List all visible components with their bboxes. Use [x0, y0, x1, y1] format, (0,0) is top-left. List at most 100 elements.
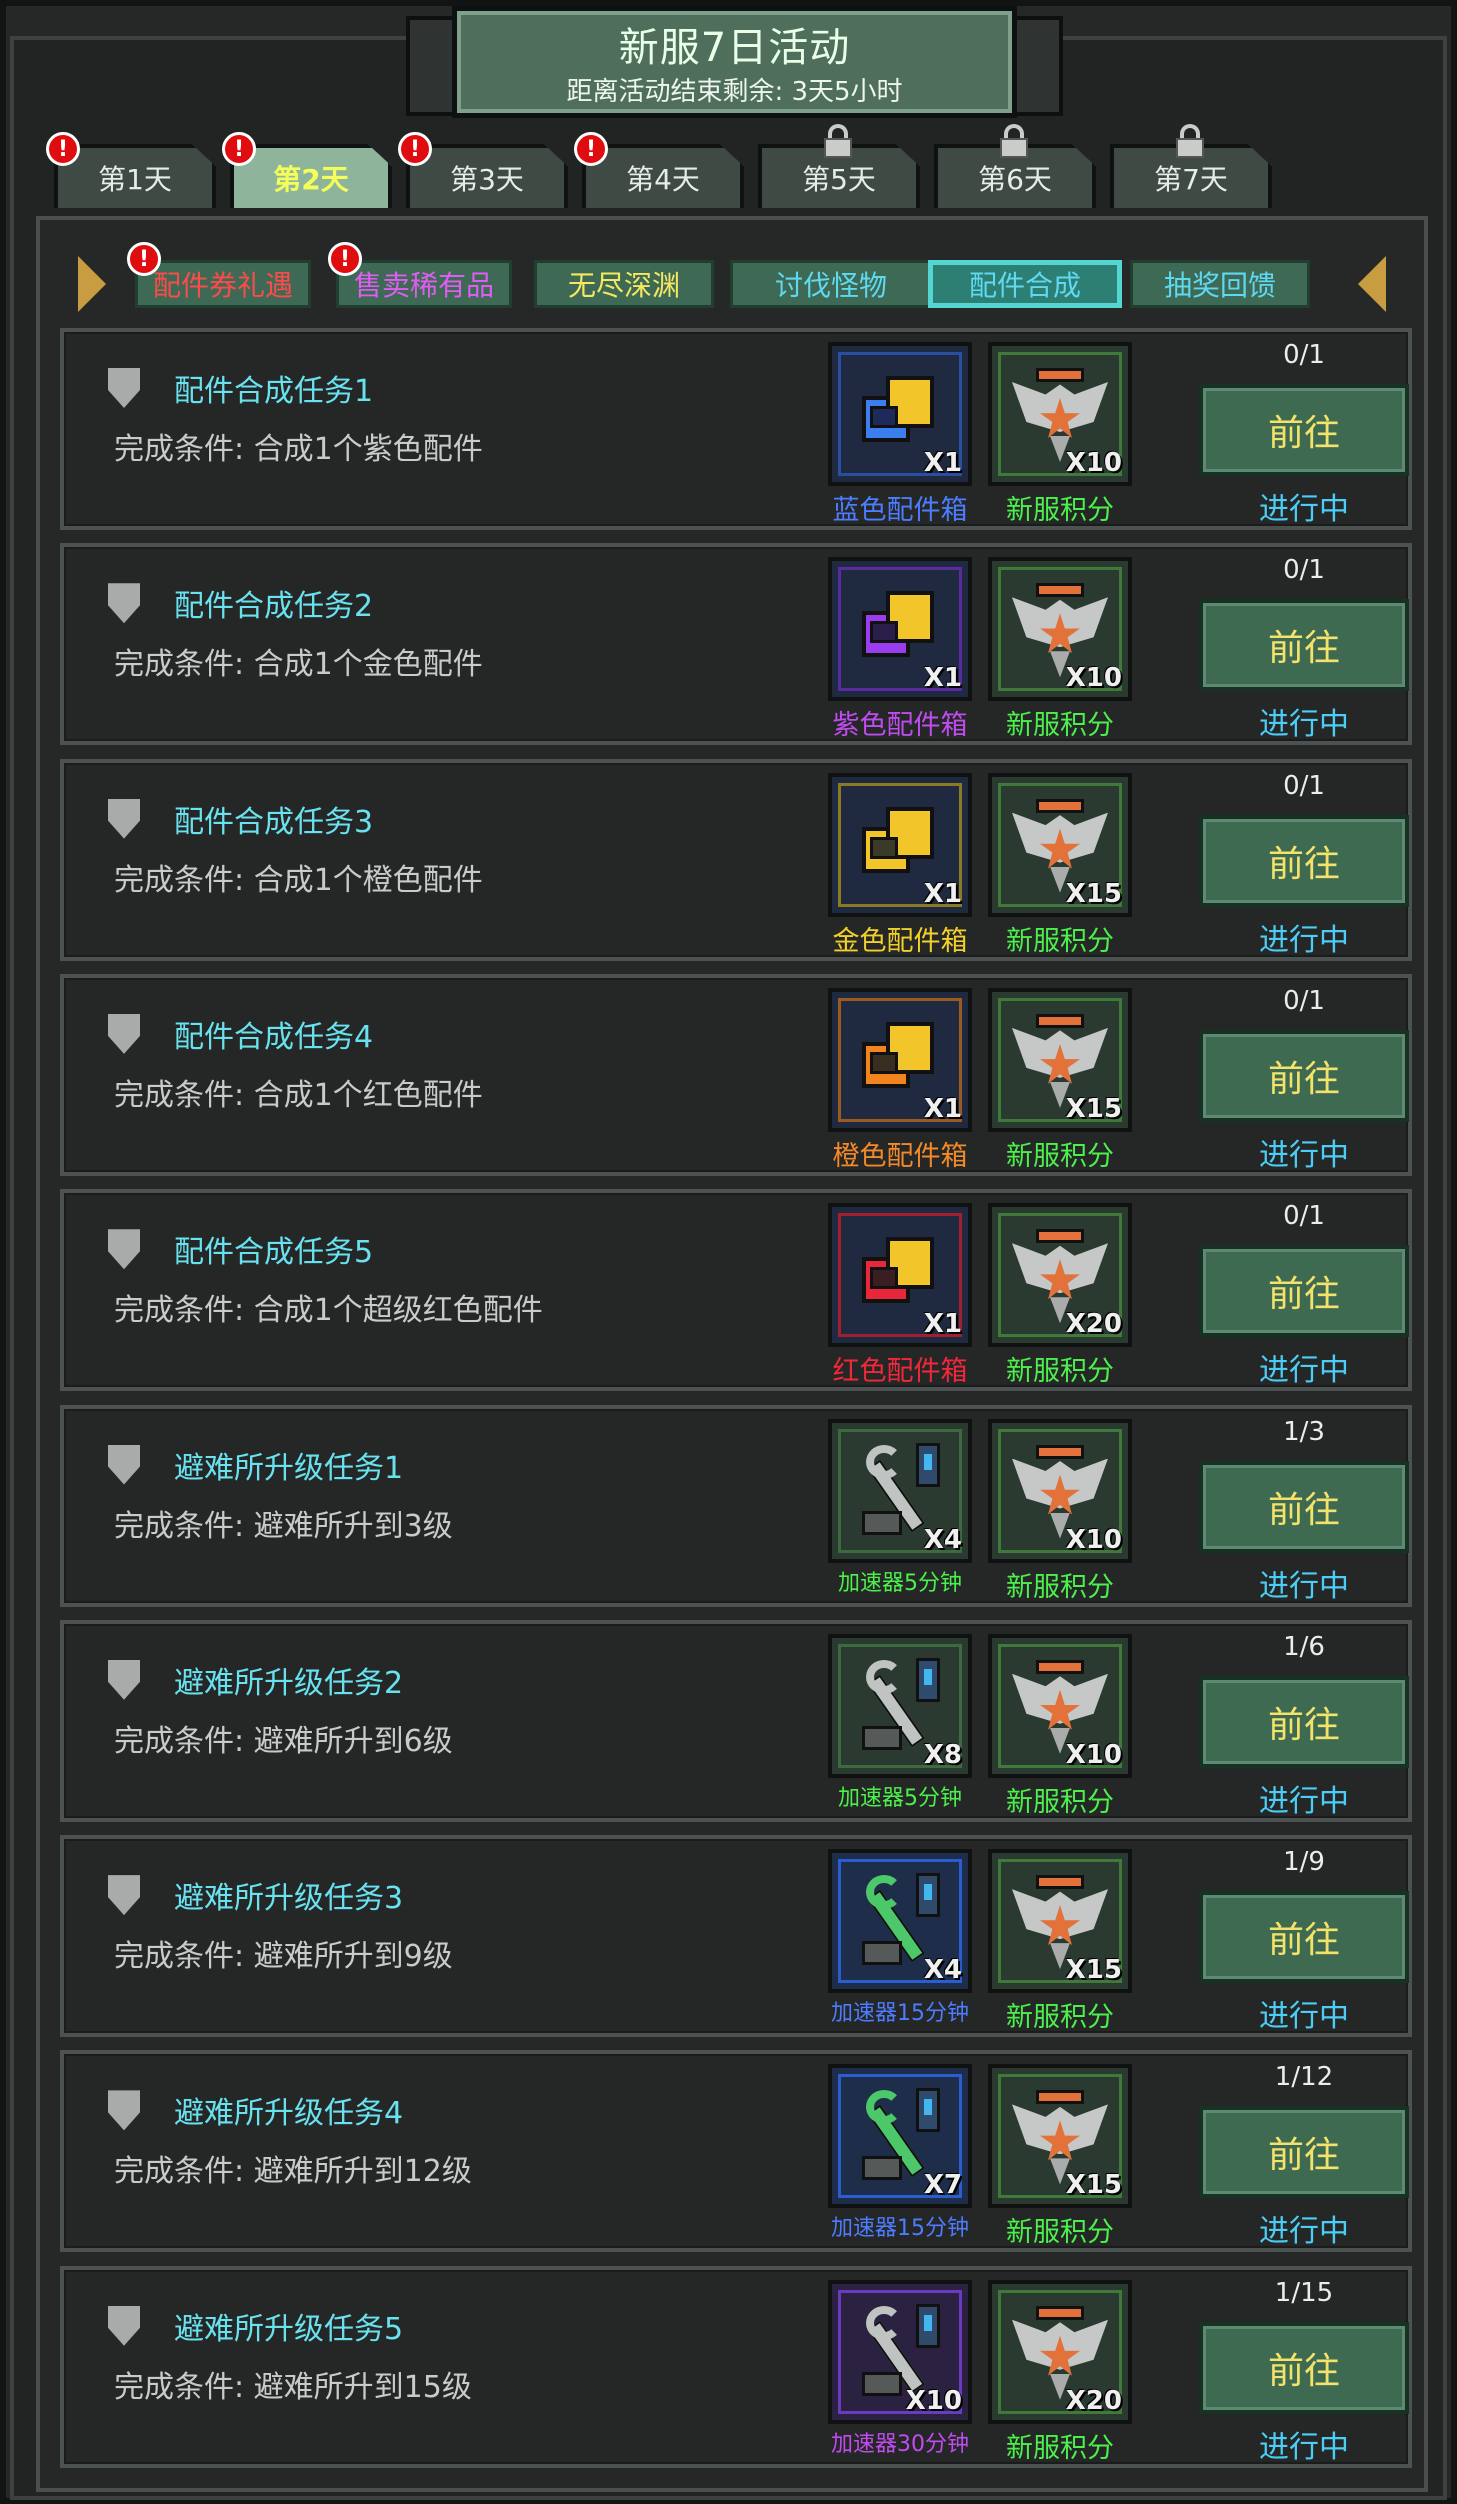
- wrench-head: [866, 1875, 902, 1910]
- reward-points-slot[interactable]: X10: [988, 557, 1132, 702]
- go-button[interactable]: 前往: [1199, 1675, 1409, 1768]
- reward-item-name: 加速器5分钟: [838, 1570, 962, 1596]
- go-button[interactable]: 前往: [1199, 384, 1409, 476]
- go-button[interactable]: 前往: [1199, 2106, 1409, 2199]
- task-card: 避难所升级任务2 完成条件: 避难所升到6级 X8 加速器5分钟 X10 新服积分 1/6 前…: [60, 1619, 1412, 1822]
- task-card: 配件合成任务2 完成条件: 合成1个金色配件 X1 紫色配件箱 X10 新服积分 0/1 前往…: [60, 543, 1412, 746]
- tab-category-6[interactable]: 抽奖回馈: [1130, 260, 1310, 308]
- tab-category-3[interactable]: 无尽深渊: [534, 260, 714, 308]
- task-card: 避难所升级任务4 完成条件: 避难所升到12级 X7 加速器15分钟 X15 新服积分 1/…: [60, 2050, 1412, 2253]
- reward-item-slot[interactable]: X7: [828, 2064, 972, 2209]
- reward-item-slot[interactable]: X1: [828, 772, 972, 917]
- task-progress: 1/3: [1283, 1416, 1325, 1447]
- lock-body: [1000, 138, 1028, 158]
- lock-body: [1176, 138, 1204, 158]
- go-button[interactable]: 前往: [1199, 1460, 1409, 1553]
- task-condition: 完成条件: 避难所升到9级: [114, 1939, 453, 1975]
- medal-ribbon: [1036, 1875, 1084, 1890]
- task-card: 配件合成任务3 完成条件: 合成1个橙色配件 X1 金色配件箱 X15 新服积分 0/1 前往…: [60, 758, 1412, 961]
- reward-item-slot[interactable]: X1: [828, 1203, 972, 1348]
- go-button[interactable]: 前往: [1199, 2321, 1409, 2414]
- battery-icon: [916, 2303, 940, 2348]
- task-card: 配件合成任务1 完成条件: 合成1个紫色配件 X1 蓝色配件箱 X10 新服积分 0/1 前往…: [60, 328, 1412, 530]
- task-name: 配件合成任务2: [174, 589, 374, 625]
- task-progress: 1/15: [1274, 2277, 1334, 2308]
- reward-item-slot[interactable]: X1: [828, 342, 972, 486]
- reward-points-slot[interactable]: X15: [988, 772, 1132, 917]
- medal-ribbon: [1036, 583, 1084, 598]
- crate-screen: [870, 1051, 898, 1074]
- arrow-right-icon[interactable]: [1358, 256, 1386, 312]
- reward-item-slot[interactable]: X1: [828, 987, 972, 1132]
- tab-category-2[interactable]: 售卖稀有品: [336, 260, 512, 308]
- reward-points-slot[interactable]: X10: [988, 1633, 1132, 1778]
- reward-item-slot[interactable]: X4: [828, 1418, 972, 1563]
- lock-icon: [1000, 124, 1028, 158]
- reward-points-slot[interactable]: X15: [988, 987, 1132, 1132]
- medal-ribbon: [1036, 1013, 1084, 1028]
- reward-points-slot[interactable]: X15: [988, 1849, 1132, 1994]
- tab-category-5[interactable]: 配件合成: [928, 260, 1122, 308]
- tab-category-4[interactable]: 讨伐怪物: [730, 260, 932, 308]
- task-status: 进行中: [1259, 1999, 1349, 2035]
- arrow-left-icon[interactable]: [78, 256, 106, 312]
- reward-item-slot[interactable]: X10: [828, 2279, 972, 2424]
- task-condition: 完成条件: 合成1个红色配件: [114, 1077, 483, 1113]
- alert-badge-icon: !: [46, 132, 80, 166]
- reward-quantity: X20: [1065, 2385, 1122, 2416]
- reward-points-name: 新服积分: [1006, 2002, 1114, 2034]
- shield-icon: [108, 368, 140, 408]
- task-card: 配件合成任务4 完成条件: 合成1个红色配件 X1 橙色配件箱 X15 新服积分 0/1 前往…: [60, 973, 1412, 1176]
- lock-icon: [824, 124, 852, 158]
- reward-quantity: X10: [1065, 1524, 1122, 1555]
- reward-item-name: 加速器15分钟: [831, 2216, 969, 2242]
- reward-points-slot[interactable]: X20: [988, 1203, 1132, 1348]
- medal-ribbon: [1036, 2090, 1084, 2105]
- page-title: 新服7日活动: [618, 25, 851, 71]
- blue-crate-icon: [856, 370, 940, 454]
- medal-ribbon: [1036, 368, 1084, 382]
- go-button[interactable]: 前往: [1199, 1029, 1409, 1122]
- reward-item-name: 加速器15分钟: [831, 2001, 969, 2027]
- reward-points-name: 新服积分: [1006, 495, 1114, 526]
- reward-quantity: X15: [1065, 1093, 1122, 1124]
- reward-item-slot[interactable]: X8: [828, 1633, 972, 1778]
- task-progress: 0/1: [1283, 340, 1325, 370]
- go-button[interactable]: 前往: [1199, 1245, 1409, 1338]
- reward-points-slot[interactable]: X10: [988, 1418, 1132, 1563]
- task-status: 进行中: [1259, 1353, 1349, 1389]
- shield-icon: [108, 1659, 140, 1700]
- reward-points-slot[interactable]: X20: [988, 2279, 1132, 2424]
- reward-quantity: X1: [923, 1093, 962, 1124]
- task-name: 配件合成任务3: [174, 804, 374, 840]
- alert-badge-icon: !: [398, 132, 432, 166]
- task-status: 进行中: [1259, 707, 1349, 743]
- reward-points-name: 新服积分: [1006, 925, 1114, 957]
- go-button[interactable]: 前往: [1199, 814, 1409, 907]
- red-crate-icon: [856, 1231, 940, 1315]
- reward-points-slot[interactable]: X10: [988, 342, 1132, 486]
- task-status: 进行中: [1259, 492, 1349, 527]
- reward-item-slot[interactable]: X4: [828, 1849, 972, 1994]
- medal-ribbon: [1036, 1229, 1084, 1244]
- task-card: 避难所升级任务5 完成条件: 避难所升到15级 X10 加速器30分钟 X20 新服积分 1…: [60, 2265, 1412, 2468]
- reward-quantity: X10: [1065, 1739, 1122, 1770]
- task-name: 避难所升级任务1: [174, 1450, 404, 1486]
- go-button[interactable]: 前往: [1199, 599, 1409, 692]
- reward-points-slot[interactable]: X15: [988, 2064, 1132, 2209]
- reward-quantity: X1: [923, 448, 962, 478]
- reward-item-slot[interactable]: X1: [828, 557, 972, 702]
- alert-badge-icon: !: [222, 132, 256, 166]
- task-card: 避难所升级任务3 完成条件: 避难所升到9级 X4 加速器15分钟 X15 新服积分 1/9…: [60, 1835, 1412, 2038]
- go-button[interactable]: 前往: [1199, 1891, 1409, 1984]
- task-name: 配件合成任务1: [174, 374, 374, 409]
- shield-icon: [108, 1875, 140, 1916]
- wrench-head: [866, 2090, 902, 2125]
- medal-ribbon: [1036, 1444, 1084, 1459]
- reward-quantity: X15: [1065, 2170, 1122, 2201]
- wrench-base: [862, 1941, 902, 1966]
- lock-icon: [1176, 124, 1204, 158]
- tab-category-1[interactable]: 配件券礼遇: [135, 260, 311, 308]
- crate-screen: [870, 406, 898, 428]
- battery-icon: [916, 2088, 940, 2133]
